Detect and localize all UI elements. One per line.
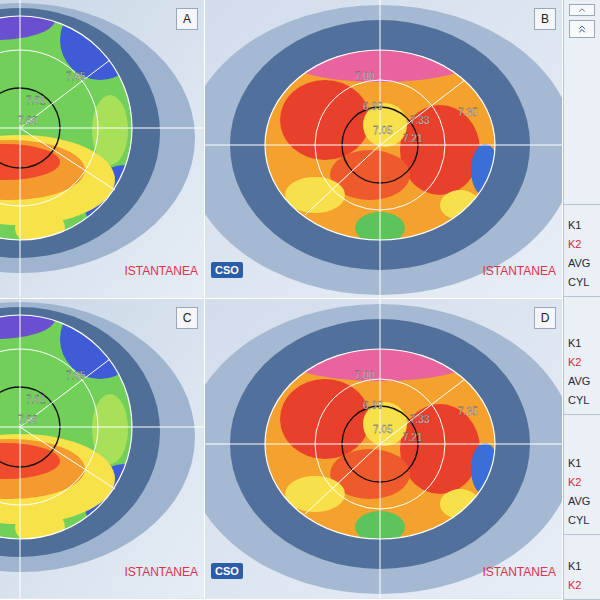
reading-label: K2 <box>568 353 600 372</box>
reading-label: AVG <box>568 254 600 273</box>
reading-label: K1 <box>568 216 600 235</box>
map-value: 7.00 <box>355 370 375 381</box>
topography-map: 7.65 7.61 7.66 <box>0 0 205 299</box>
map-value: 7.05 <box>373 125 393 136</box>
panel-label: B <box>534 8 556 30</box>
panel-label: C <box>176 307 198 329</box>
map-panel[interactable]: 7.65 7.61 7.66 A ISTANTANEA <box>0 0 205 299</box>
panel-label: D <box>534 307 556 329</box>
topography-map: 7.00 6.99 7.05 7.33 7.35 7.21 <box>205 0 563 299</box>
readings-group: K1K2AVGCYL <box>564 205 600 297</box>
reading-label: CYL <box>568 273 600 292</box>
double-chevron-icon <box>576 23 588 35</box>
map-panel[interactable]: 7.65 7.61 7.66 C ISTANTANEA <box>0 299 205 600</box>
topography-map: 7.65 7.61 7.66 <box>0 299 205 598</box>
readings-group: K1K2 <box>564 535 600 600</box>
map-value: 7.21 <box>403 133 423 144</box>
cso-logo: CSO <box>211 262 243 278</box>
mode-label: ISTANTANEA <box>124 264 198 278</box>
reading-label: K2 <box>568 473 600 492</box>
mode-label: ISTANTANEA <box>482 264 556 278</box>
map-value: 7.33 <box>410 414 430 425</box>
reading-label: CYL <box>568 391 600 410</box>
reading-label: K1 <box>568 557 600 576</box>
cso-logo: CSO <box>211 563 243 579</box>
reading-label: K1 <box>568 454 600 473</box>
map-value: 7.61 <box>26 95 46 106</box>
reading-label: AVG <box>568 492 600 511</box>
panel-label: A <box>176 8 198 30</box>
topography-map: 7.00 6.99 7.05 7.33 7.35 7.21 <box>205 299 563 598</box>
map-value: 6.99 <box>363 400 383 411</box>
map-value: 7.66 <box>18 115 38 126</box>
chevron-up-icon <box>577 5 587 15</box>
map-value: 7.35 <box>458 107 478 118</box>
map-panel[interactable]: 7.00 6.99 7.05 7.33 7.35 7.21 D ISTANTANEA CSO <box>205 299 563 600</box>
map-value: 7.35 <box>458 406 478 417</box>
topography-screen: 7.657.617.66AISTANTANEA7.006.997.057.337… <box>0 0 600 600</box>
collapse-button[interactable] <box>569 20 595 38</box>
map-value: 7.00 <box>355 71 375 82</box>
reading-label: CYL <box>568 511 600 530</box>
reading-label: K1 <box>568 334 600 353</box>
readings-group: K1K2AVGCYL <box>564 297 600 415</box>
reading-label: K2 <box>568 576 600 595</box>
readings-group: K1K2AVGCYL <box>564 415 600 535</box>
map-value: 7.33 <box>410 115 430 126</box>
map-panel[interactable]: 7.00 6.99 7.05 7.33 7.35 7.21 B ISTANTANEA CSO <box>205 0 563 299</box>
map-value: 7.05 <box>373 424 393 435</box>
map-value: 7.61 <box>26 394 46 405</box>
mode-label: ISTANTANEA <box>482 565 556 579</box>
reading-label: AVG <box>568 372 600 391</box>
reading-label: K2 <box>568 235 600 254</box>
map-value: 6.99 <box>363 101 383 112</box>
map-value: 7.65 <box>66 71 86 82</box>
map-value: 7.65 <box>66 370 86 381</box>
scroll-up-button[interactable] <box>569 4 595 16</box>
map-value: 7.66 <box>18 414 38 425</box>
sidebar: K1K2AVGCYLK1K2AVGCYLK1K2AVGCYLK1K2 <box>563 0 600 600</box>
map-value: 7.21 <box>403 432 423 443</box>
mode-label: ISTANTANEA <box>124 565 198 579</box>
